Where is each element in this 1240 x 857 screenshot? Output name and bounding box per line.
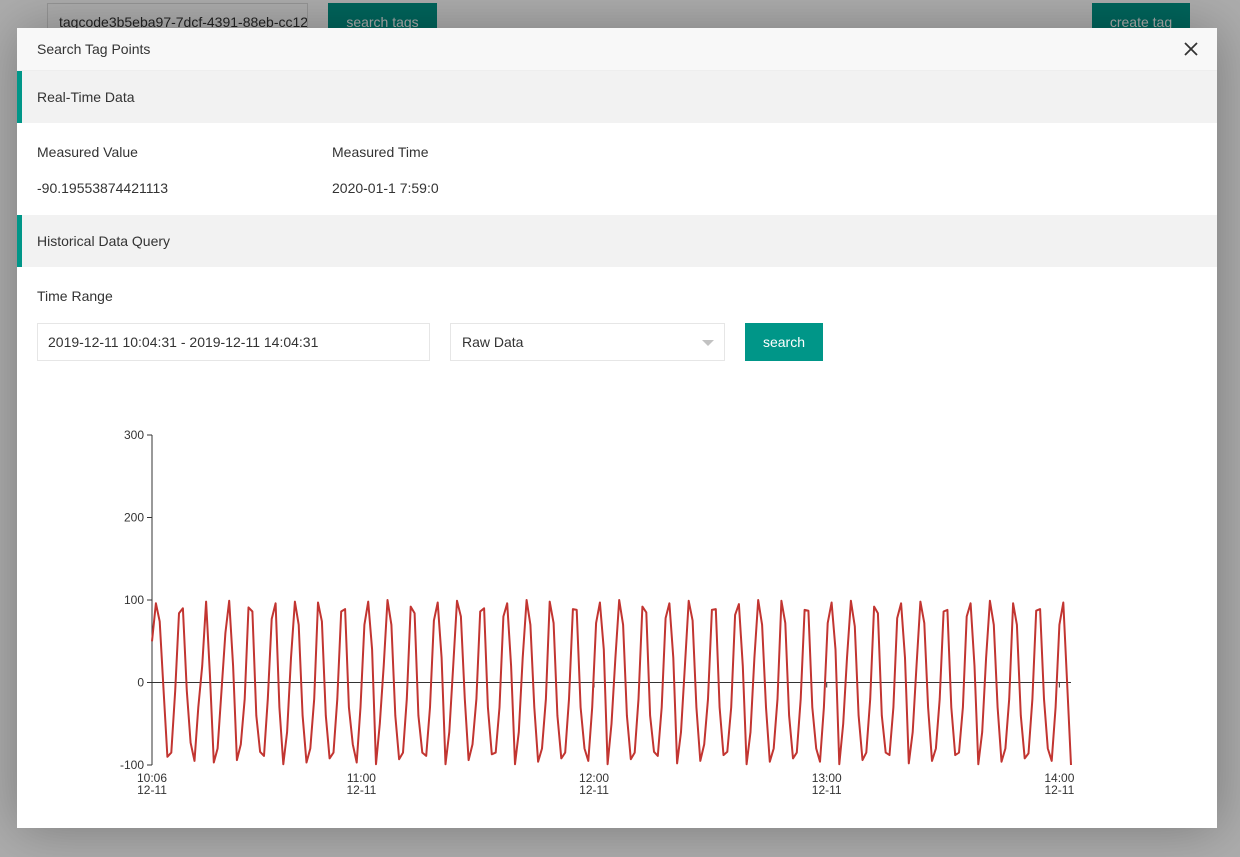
x-tick-date-label: 12-11	[579, 783, 609, 797]
y-tick-label: 100	[124, 593, 144, 607]
y-tick-label: 300	[124, 428, 144, 442]
historical-section-title: Historical Data Query	[17, 215, 1217, 267]
realtime-body: Measured Value Measured Time -90.1955387…	[17, 123, 1217, 215]
x-tick-date-label: 12-11	[137, 783, 167, 797]
x-tick-date-label: 12-11	[812, 783, 842, 797]
x-tick-date-label: 12-11	[346, 783, 376, 797]
y-tick-label: 200	[124, 511, 144, 525]
measured-value-label: Measured Value	[37, 144, 138, 160]
close-icon[interactable]	[1183, 41, 1199, 57]
realtime-section-title: Real-Time Data	[17, 71, 1217, 123]
y-tick-label: -100	[120, 758, 144, 772]
search-tag-points-modal: Search Tag Points Real-Time Data Measure…	[17, 28, 1217, 828]
modal-title: Search Tag Points	[37, 41, 151, 57]
modal-header: Search Tag Points	[17, 28, 1217, 71]
measured-time-label: Measured Time	[332, 144, 429, 160]
measured-value: -90.19553874421113	[37, 180, 169, 196]
y-tick-label: 0	[137, 676, 144, 690]
historical-body: Time Range 2019-12-11 10:04:31 - 2019-12…	[17, 267, 1217, 827]
history-line-chart: 3002001000-10010:0612-1111:0012-1112:001…	[120, 428, 1075, 797]
x-tick-date-label: 12-11	[1044, 783, 1074, 797]
measured-time: 2020-01-1 7:59:0	[332, 180, 439, 196]
